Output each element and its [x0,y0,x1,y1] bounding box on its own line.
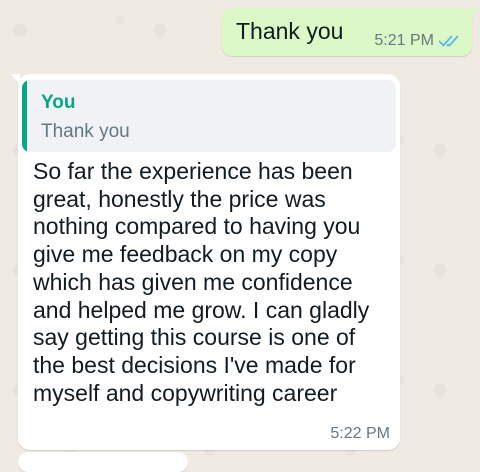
double-check-read-icon [438,33,462,49]
quote-author: You [41,92,76,113]
quote-text: Thank you [41,121,130,142]
message-time: 5:21 PM [374,32,434,49]
message-text: So far the experience has been great, ho… [33,158,370,406]
incoming-message-bubble[interactable]: You Thank you So far the experience has … [10,74,400,450]
quoted-message[interactable]: You Thank you [22,80,396,152]
bubble-tail [10,74,20,84]
message-time: 5:22 PM [330,425,390,442]
message-text: Thank you [236,18,344,44]
quote-accent-bar [22,80,27,152]
bubble-tail [469,8,479,18]
message-meta: 5:21 PM [374,32,462,50]
next-message-bubble[interactable] [18,452,188,472]
outgoing-message-bubble[interactable]: Thank you 5:21 PM [222,8,479,56]
